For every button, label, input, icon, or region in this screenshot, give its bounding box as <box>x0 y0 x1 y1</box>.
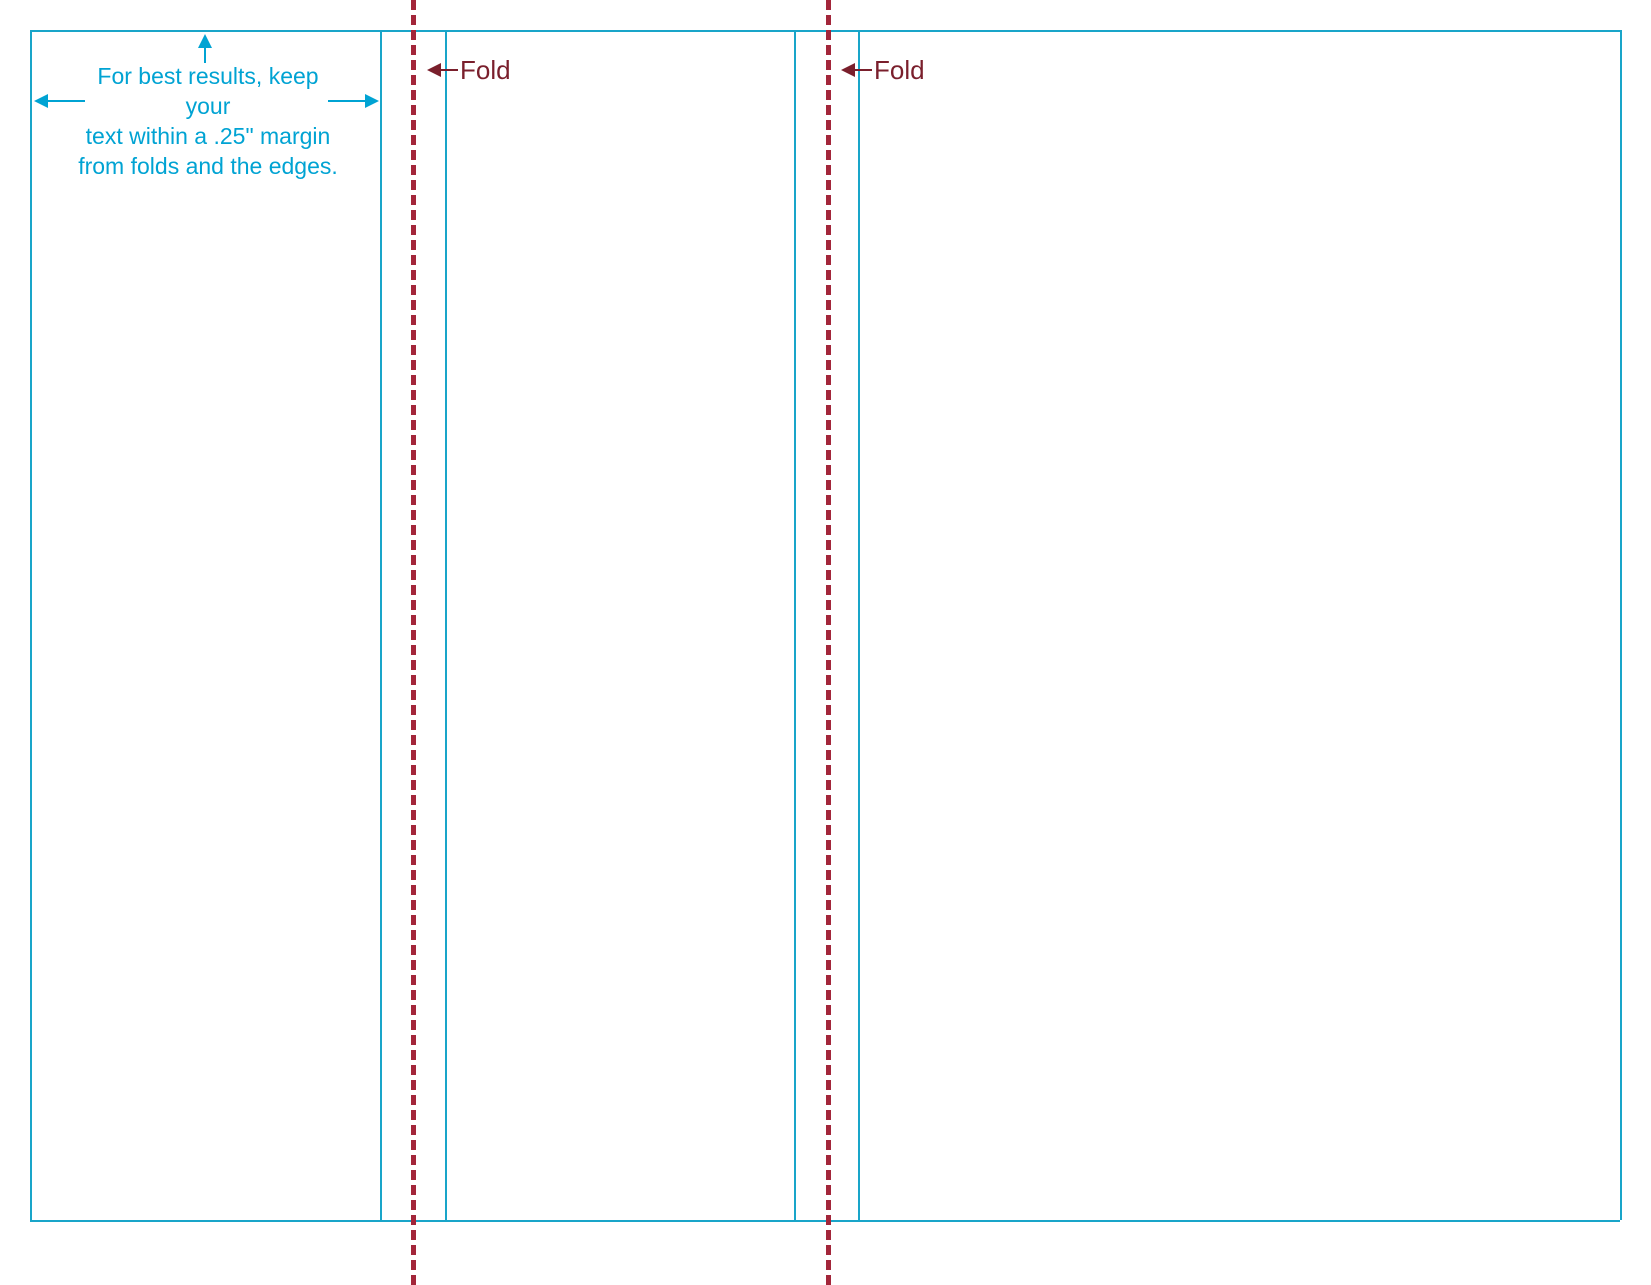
fold1-label: Fold <box>460 57 511 83</box>
hint-right-arrow-shaft <box>328 100 366 102</box>
fold1-arrow-icon <box>427 63 441 77</box>
panel2-margin-right <box>794 30 796 1220</box>
hint-line-3: from folds and the edges. <box>78 152 338 182</box>
fold2-label: Fold <box>874 57 925 83</box>
hint-line-1: For best results, keep your <box>78 62 338 122</box>
fold2-arrow-icon <box>841 63 855 77</box>
hint-line-2: text within a .25" margin <box>78 122 338 152</box>
fold1-arrow-shaft <box>440 69 458 71</box>
trim-top <box>30 30 1620 32</box>
hint-left-arrow-icon <box>34 94 48 108</box>
margin-hint-text: For best results, keep your text within … <box>78 62 338 182</box>
trim-right <box>1620 30 1622 1220</box>
panel2-margin-left <box>445 30 447 1220</box>
panel3-margin-left <box>858 30 860 1220</box>
trim-bottom <box>30 1220 1620 1222</box>
trim-left <box>30 30 32 1220</box>
fold2-arrow-shaft <box>854 69 872 71</box>
fold-line-2 <box>826 0 831 1285</box>
trifold-template-stage: Fold Fold For best results, keep your te… <box>0 0 1651 1285</box>
hint-up-arrow-icon <box>198 34 212 48</box>
hint-up-arrow-shaft <box>204 47 206 63</box>
hint-right-arrow-icon <box>365 94 379 108</box>
fold-line-1 <box>411 0 416 1285</box>
hint-left-arrow-shaft <box>47 100 85 102</box>
panel1-margin-right <box>380 30 382 1220</box>
